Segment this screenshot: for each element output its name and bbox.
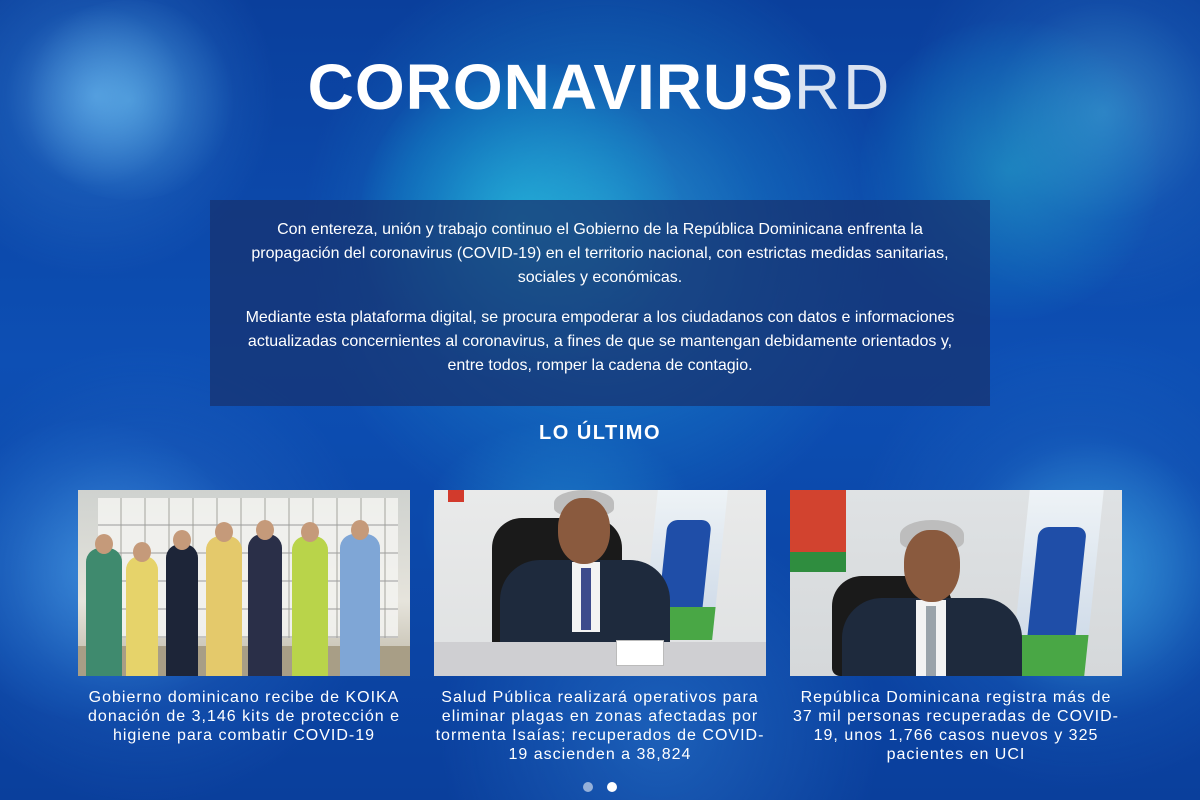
photo-person-head	[351, 520, 369, 540]
photo-wall-sign-decoration	[448, 490, 464, 502]
latest-news-heading: LO ÚLTIMO	[539, 422, 661, 444]
intro-panel: Con entereza, unión y trabajo continuo e…	[210, 200, 990, 406]
photo-person	[248, 534, 282, 676]
carousel-dot-1[interactable]	[583, 782, 593, 792]
news-title-link[interactable]: Salud Pública realizará operativos para …	[434, 688, 766, 764]
photo-person	[206, 536, 242, 676]
carousel-pagination	[0, 782, 1200, 792]
news-photo[interactable]	[78, 490, 410, 676]
site-logo-title[interactable]: CORONAVIRUSRD	[0, 52, 1200, 122]
photo-person-head	[256, 520, 274, 540]
photo-wall-green-decoration	[790, 552, 846, 572]
photo-person	[166, 544, 198, 676]
photo-wall-red-decoration	[790, 490, 846, 552]
photo-person-head	[173, 530, 191, 550]
photo-person-head	[133, 542, 151, 562]
photo-flag	[1010, 490, 1104, 676]
photo-nameplate	[616, 640, 664, 666]
photo-face	[558, 498, 610, 564]
site-title-suffix: RD	[793, 51, 893, 123]
news-title-link[interactable]: República Dominicana registra más de 37 …	[790, 688, 1122, 764]
site-title-main: CORONAVIRUS	[307, 51, 794, 123]
photo-desk	[434, 642, 766, 676]
news-card[interactable]: Salud Pública realizará operativos para …	[434, 490, 766, 764]
intro-paragraph: Con entereza, unión y trabajo continuo e…	[251, 221, 949, 286]
photo-person	[126, 556, 158, 676]
intro-paragraph: Mediante esta plataforma digital, se pro…	[245, 309, 955, 374]
photo-tie	[926, 606, 936, 676]
photo-person	[292, 536, 328, 676]
photo-person	[86, 548, 122, 676]
photo-person-head	[215, 522, 233, 542]
news-card[interactable]: Gobierno dominicano recibe de KOIKA dona…	[78, 490, 410, 745]
photo-person-head	[301, 522, 319, 542]
news-title-link[interactable]: Gobierno dominicano recibe de KOIKA dona…	[78, 688, 410, 745]
photo-tie	[581, 568, 591, 630]
photo-person-head	[95, 534, 113, 554]
news-card[interactable]: República Dominicana registra más de 37 …	[790, 490, 1122, 764]
news-photo[interactable]	[434, 490, 766, 676]
photo-face	[904, 530, 960, 602]
news-photo[interactable]	[790, 490, 1122, 676]
photo-person	[340, 534, 380, 676]
carousel-dot-2[interactable]	[607, 782, 617, 792]
